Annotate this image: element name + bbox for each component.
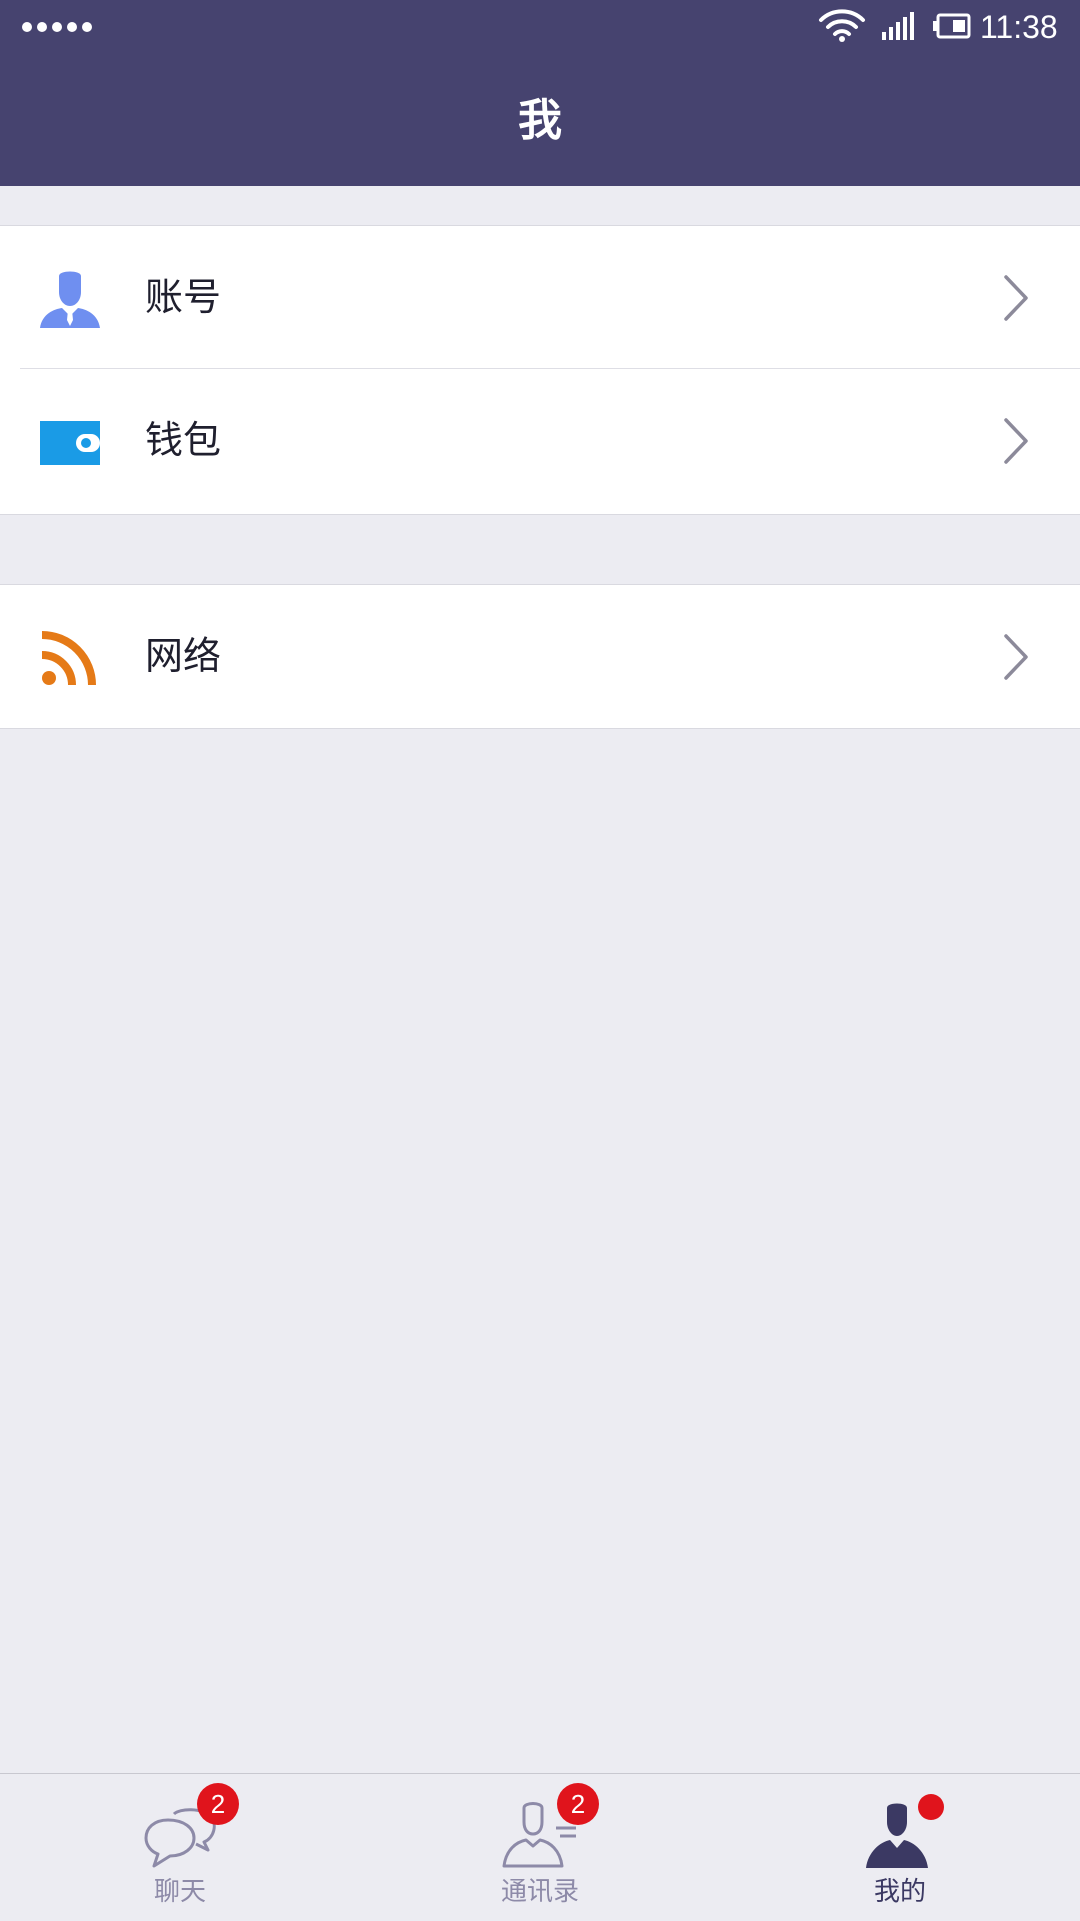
menu-item-label: 网络	[145, 634, 222, 678]
unread-badge: 2	[557, 1783, 599, 1825]
menu-item-wallet[interactable]: 钱包	[0, 369, 1080, 512]
unread-badge: 2	[197, 1783, 239, 1825]
menu-item-account[interactable]: 账号	[0, 226, 1080, 369]
chevron-right-icon	[1004, 418, 1028, 464]
page-title: 我	[518, 95, 562, 146]
tab-label: 我的	[873, 1877, 926, 1907]
chevron-right-icon	[1004, 634, 1028, 680]
top-bar: 11:38 我	[0, 0, 1080, 186]
battery-icon	[933, 13, 971, 39]
menu-item-network[interactable]: 网络	[0, 585, 1080, 728]
tab-label: 聊天	[153, 1877, 206, 1907]
network-rss-icon	[41, 631, 96, 686]
account-person-icon	[40, 271, 100, 328]
status-bar: 11:38	[0, 0, 1080, 54]
wallet-icon	[40, 421, 100, 465]
menu-group-1: 账号 钱包	[0, 225, 1080, 515]
new-dot-badge	[918, 1794, 944, 1820]
bottom-tab-bar: 2 聊天 2 通讯录 我的	[0, 1773, 1080, 1921]
chevron-right-icon	[1004, 275, 1028, 321]
menu-item-label: 钱包	[145, 418, 222, 462]
tab-contacts[interactable]: 2 通讯录	[360, 1774, 720, 1921]
menu-group-2: 网络	[0, 584, 1080, 729]
tab-chat[interactable]: 2 聊天	[0, 1774, 360, 1921]
wifi-icon	[819, 9, 865, 42]
status-time: 11:38	[980, 9, 1058, 45]
menu-item-label: 账号	[145, 275, 222, 319]
cellular-signal-icon	[882, 12, 914, 40]
signal-dots-icon	[22, 16, 92, 38]
tab-label: 通讯录	[500, 1877, 579, 1907]
tab-me[interactable]: 我的	[720, 1774, 1080, 1921]
